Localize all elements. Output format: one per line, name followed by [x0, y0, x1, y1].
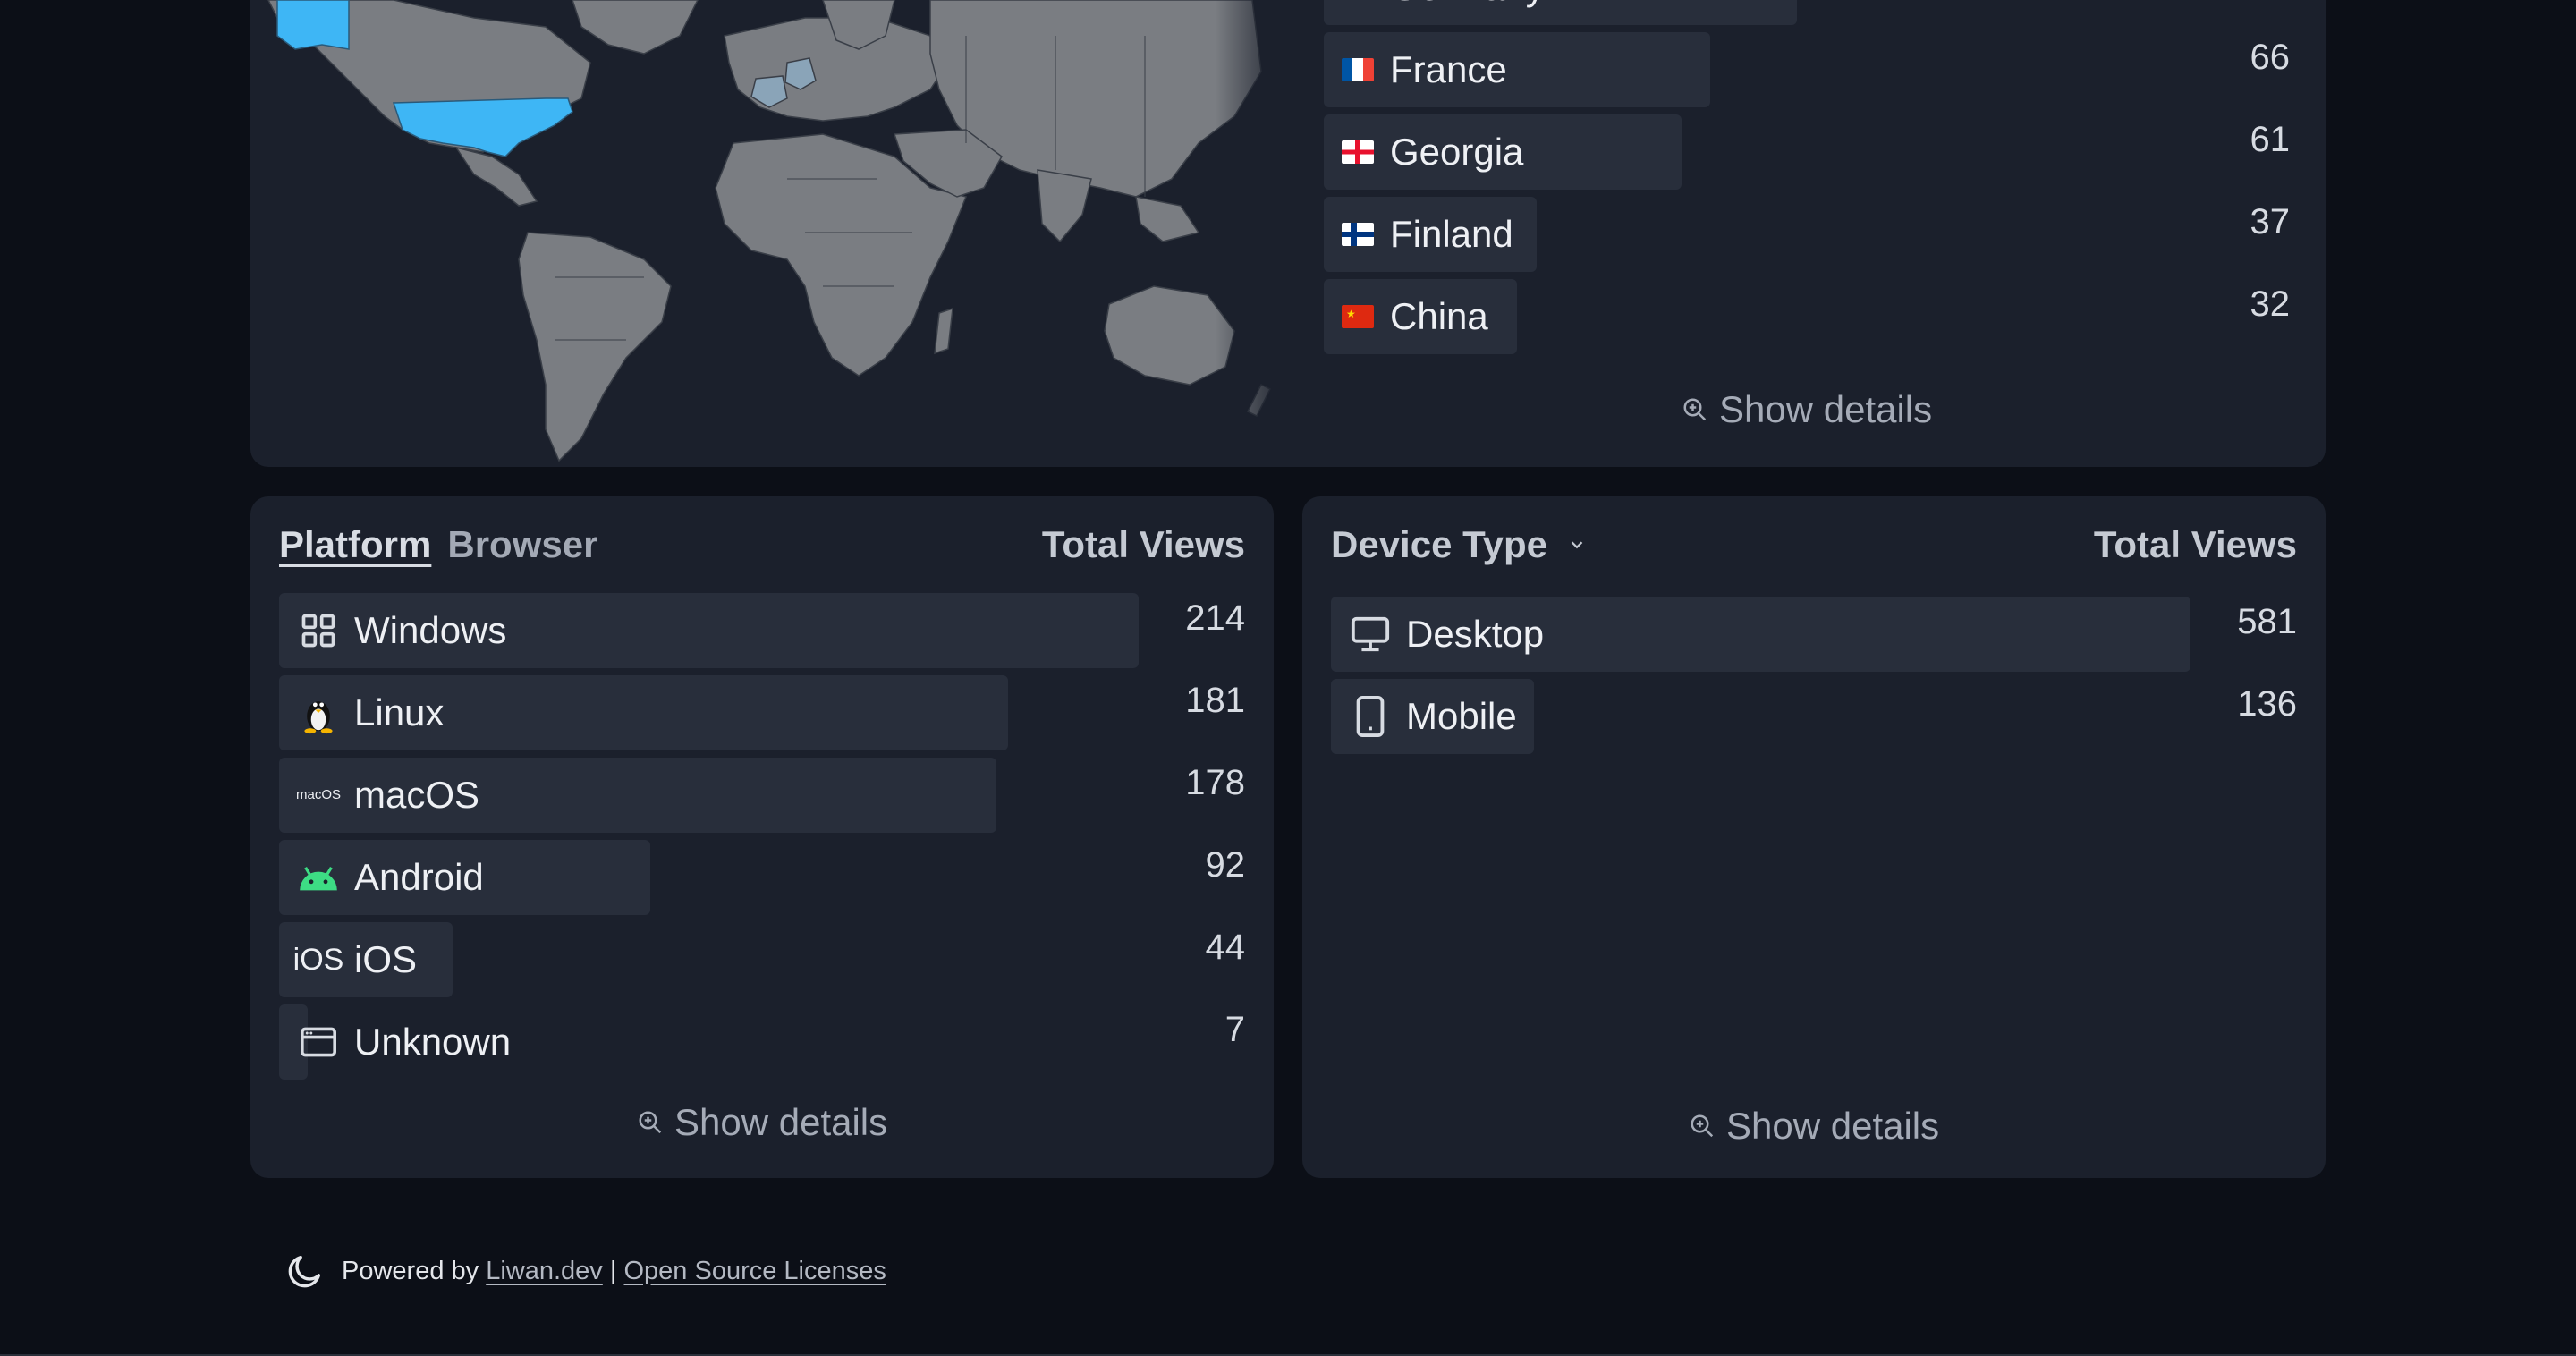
zoom-in-icon: [1683, 398, 1707, 421]
device-type-title: Device Type: [1331, 523, 1548, 565]
country-value: 61: [2250, 120, 2291, 159]
device-value: 136: [2237, 684, 2297, 724]
android-icon: [297, 856, 340, 899]
ios-icon: iOS: [292, 943, 344, 977]
device-row-desktop[interactable]: Desktop 581: [1331, 597, 2297, 672]
footer-separator: |: [609, 1256, 617, 1285]
device-type-dropdown[interactable]: Device Type: [1331, 523, 1587, 566]
geo-card: Germany 82 France 66 Georgia 61: [250, 0, 2326, 467]
mobile-icon: [1349, 695, 1392, 738]
country-row-china[interactable]: ★ China 32: [1324, 279, 2290, 354]
country-value: 82: [2250, 0, 2291, 13]
chevron-down-icon: [1571, 541, 1583, 549]
device-row-mobile[interactable]: Mobile 136: [1331, 679, 2297, 754]
world-map-svg: [250, 0, 1288, 467]
country-value: 37: [2250, 202, 2291, 242]
country-name: Finland: [1390, 213, 1513, 255]
platform-row-android[interactable]: Android 92: [279, 840, 1245, 915]
device-name: Mobile: [1406, 695, 1517, 737]
show-details-label: Show details: [1726, 1105, 1940, 1147]
zoom-in-icon: [639, 1111, 662, 1134]
platform-name: Windows: [354, 609, 507, 651]
finland-flag-icon: [1342, 223, 1374, 246]
windows-icon: [297, 609, 340, 652]
theme-toggle-moon-icon[interactable]: [284, 1250, 326, 1292]
platform-show-details-button[interactable]: Show details: [637, 1101, 887, 1144]
france-flag-icon: [1342, 58, 1374, 81]
platform-value: 181: [1185, 681, 1245, 720]
country-name: France: [1390, 48, 1507, 90]
country-value: 32: [2250, 284, 2291, 324]
platform-name: macOS: [354, 774, 480, 816]
tab-browser[interactable]: Browser: [447, 523, 597, 565]
platform-name: Android: [354, 856, 484, 898]
device-header: Device Type Total Views: [1331, 523, 2297, 577]
world-map[interactable]: [250, 0, 1288, 467]
country-name: Georgia: [1390, 131, 1524, 173]
china-flag-icon: ★: [1342, 305, 1374, 328]
footer: Powered by Liwan.dev | Open Source Licen…: [284, 1250, 886, 1292]
desktop-icon: [1349, 613, 1392, 656]
country-list: Germany 82 France 66 Georgia 61: [1324, 0, 2290, 429]
country-row-finland[interactable]: Finland 37: [1324, 197, 2290, 272]
country-row-germany[interactable]: Germany 82: [1324, 0, 2290, 25]
device-show-details-button[interactable]: Show details: [1689, 1105, 1939, 1148]
macos-icon: macOS: [296, 787, 342, 802]
show-details-label: Show details: [1719, 388, 1933, 430]
platform-name: iOS: [354, 938, 418, 980]
powered-by-text: Powered by: [342, 1256, 479, 1285]
platform-value: 44: [1205, 928, 1246, 967]
total-views-label: Total Views: [2093, 523, 2297, 565]
platform-value: 214: [1185, 598, 1245, 638]
country-name: China: [1390, 295, 1488, 337]
platform-value: 92: [1205, 845, 1246, 885]
georgia-flag-icon: [1342, 140, 1374, 164]
platform-name: Unknown: [354, 1021, 512, 1063]
tab-platform[interactable]: Platform: [279, 523, 431, 565]
platform-value: 7: [1224, 1010, 1245, 1049]
platform-row-unknown[interactable]: Unknown 7: [279, 1004, 1245, 1080]
browser-window-icon: [297, 1021, 340, 1064]
zoom-in-icon: [1690, 1114, 1714, 1138]
total-views-label: Total Views: [1041, 523, 1245, 565]
platform-card: Platform Browser Total Views Windows 214 …: [250, 496, 1274, 1178]
liwan-link[interactable]: Liwan.dev: [486, 1257, 603, 1286]
platform-row-ios[interactable]: iOS iOS 44: [279, 922, 1245, 997]
country-row-georgia[interactable]: Georgia 61: [1324, 114, 2290, 190]
platform-header: Platform Browser Total Views: [279, 523, 1245, 577]
country-row-france[interactable]: France 66: [1324, 32, 2290, 107]
device-card: Device Type Total Views Desktop 581 Mobi…: [1302, 496, 2326, 1178]
country-name: Germany: [1390, 0, 1545, 25]
platform-row-macos[interactable]: macOS macOS 178: [279, 758, 1245, 833]
device-value: 581: [2237, 602, 2297, 641]
geo-show-details-button[interactable]: Show details: [1682, 388, 1932, 431]
platform-row-windows[interactable]: Windows 214: [279, 593, 1245, 668]
device-name: Desktop: [1406, 613, 1545, 655]
platform-name: Linux: [354, 691, 445, 733]
show-details-label: Show details: [674, 1101, 888, 1143]
platform-value: 178: [1185, 763, 1245, 802]
open-source-licenses-link[interactable]: Open Source Licenses: [623, 1257, 886, 1286]
linux-penguin-icon: [297, 691, 340, 734]
country-value: 66: [2250, 38, 2291, 77]
platform-row-linux[interactable]: Linux 181: [279, 675, 1245, 750]
